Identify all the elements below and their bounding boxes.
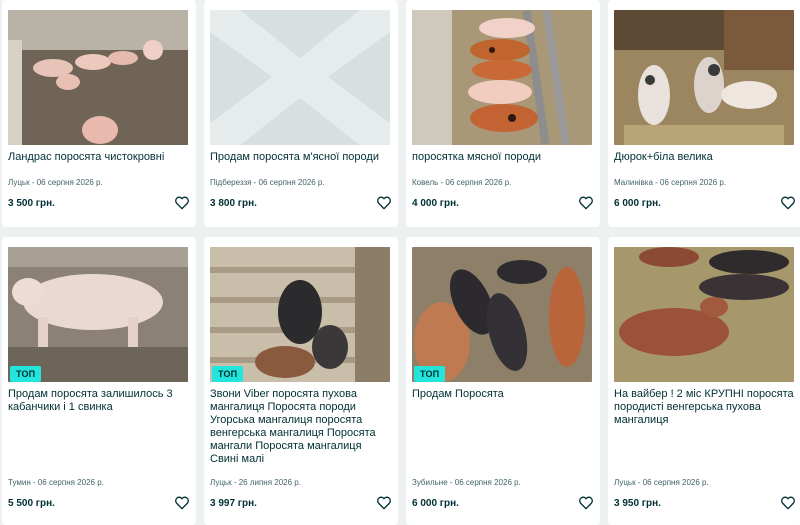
listing-price: 4 000 грн. [412, 198, 459, 209]
listing-title[interactable]: Продам поросята м'ясної породи [210, 151, 392, 164]
favorite-heart-icon[interactable] [174, 495, 190, 511]
listing-card[interactable]: Продам поросята м'ясної породи Підберезз… [204, 0, 398, 227]
listing-card[interactable]: поросятка мясної породи Ковель - 06 серп… [406, 0, 600, 227]
listing-price: 3 950 грн. [614, 498, 661, 509]
favorite-heart-icon[interactable] [780, 195, 796, 211]
listing-location-date: Луцьк - 06 серпня 2026 р. [8, 178, 103, 187]
no-photo-placeholder [210, 10, 390, 145]
favorite-heart-icon[interactable] [376, 195, 392, 211]
listing-location-date: Луцьк - 06 серпня 2026 р. [614, 478, 709, 487]
listing-image[interactable] [412, 10, 592, 145]
listing-image[interactable] [8, 10, 188, 145]
listing-image[interactable]: ТОП [412, 247, 592, 382]
listing-location-date: Тумин - 06 серпня 2026 р. [8, 478, 104, 487]
listing-price: 3 500 грн. [8, 198, 55, 209]
listing-title[interactable]: Продам Поросята [412, 388, 594, 401]
spotted-piglets-photo [412, 10, 592, 145]
listing-card[interactable]: Ландрас поросята чистокровні Луцьк - 06 … [2, 0, 196, 227]
listing-card[interactable]: ТОП Продам Поросята Зубильне - 06 серпня… [406, 237, 600, 525]
listing-title[interactable]: На вайбер ! 2 міс КРУПНІ поросята породи… [614, 388, 796, 427]
top-badge: ТОП [10, 366, 42, 382]
listing-card[interactable]: На вайбер ! 2 міс КРУПНІ поросята породи… [608, 237, 800, 525]
listing-location-date: Зубильне - 06 серпня 2026 р. [412, 478, 521, 487]
listing-price: 5 500 грн. [8, 498, 55, 509]
favorite-heart-icon[interactable] [780, 495, 796, 511]
listing-price: 6 000 грн. [614, 198, 661, 209]
black-and-red-piglets-photo [412, 247, 592, 382]
listing-image[interactable] [614, 10, 794, 145]
piglets-on-hay-photo [614, 247, 794, 382]
listing-location-date: Луцьк - 26 липня 2026 р. [210, 478, 301, 487]
listing-card[interactable]: ТОП Продам поросята залишилось 3 кабанчи… [2, 237, 196, 525]
favorite-heart-icon[interactable] [578, 195, 594, 211]
listing-card[interactable]: Дюрок+біла велика Малинівка - 06 серпня … [608, 0, 800, 227]
listing-image[interactable] [614, 247, 794, 382]
listing-image[interactable] [210, 10, 390, 145]
favorite-heart-icon[interactable] [174, 195, 190, 211]
listing-location-date: Ковель - 06 серпня 2026 р. [412, 178, 512, 187]
white-pig-photo [8, 247, 188, 382]
listing-title[interactable]: Продам поросята залишилось 3 кабанчики і… [8, 388, 190, 414]
pigs-in-pen-photo [8, 10, 188, 145]
listing-location-date: Малинівка - 06 серпня 2026 р. [614, 178, 727, 187]
listing-price: 3 800 грн. [210, 198, 257, 209]
listing-image[interactable]: ТОП [8, 247, 188, 382]
favorite-heart-icon[interactable] [376, 495, 392, 511]
listing-title[interactable]: поросятка мясної породи [412, 151, 594, 164]
mangalica-piglets-photo [210, 247, 390, 382]
listing-card[interactable]: ТОП Звони Viber поросята пухова мангалиц… [204, 237, 398, 525]
listing-image[interactable]: ТОП [210, 247, 390, 382]
listing-location-date: Підбереззя - 06 серпня 2026 р. [210, 178, 325, 187]
listing-price: 6 000 грн. [412, 498, 459, 509]
listing-title[interactable]: Звони Viber поросята пухова мангалиця По… [210, 388, 392, 466]
listing-title[interactable]: Ландрас поросята чистокровні [8, 151, 190, 164]
listing-title[interactable]: Дюрок+біла велика [614, 151, 796, 164]
listing-price: 3 997 грн. [210, 498, 257, 509]
spotted-pigs-photo [614, 10, 794, 145]
favorite-heart-icon[interactable] [578, 495, 594, 511]
top-badge: ТОП [212, 366, 244, 382]
top-badge: ТОП [414, 366, 446, 382]
listing-grid: Ландрас поросята чистокровні Луцьк - 06 … [0, 0, 800, 525]
